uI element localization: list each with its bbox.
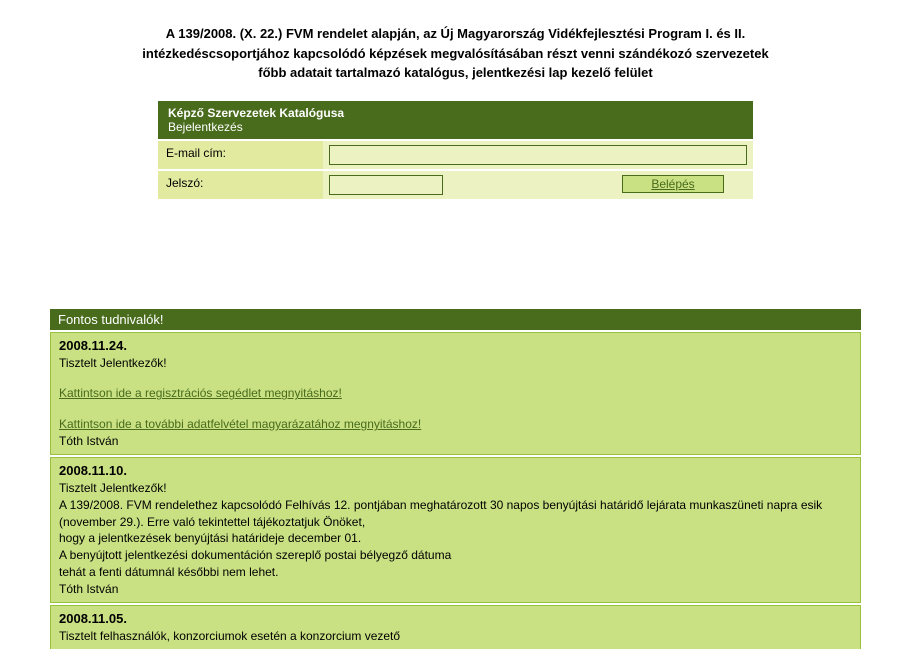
news-header: Fontos tudnivalók!: [50, 309, 861, 330]
news-author: Tóth István: [59, 433, 852, 450]
header-line2: intézkedéscsoportjához kapcsolódó képzés…: [142, 46, 768, 61]
news-date: 2008.11.10.: [59, 462, 852, 480]
news-link-registration[interactable]: Kattintson ide a regisztrációs segédlet …: [59, 386, 342, 400]
login-title: Képző Szervezetek Katalógusa: [168, 106, 344, 120]
login-title-bar: Képző Szervezetek Katalógusa Bejelentkez…: [158, 101, 753, 139]
header-line1: A 139/2008. (X. 22.) FVM rendelet alapjá…: [166, 26, 745, 41]
news-greeting: Tisztelt Jelentkezők!: [59, 355, 852, 372]
header-line3: főbb adatait tartalmazó katalógus, jelen…: [258, 65, 652, 80]
password-input-cell: [323, 171, 593, 199]
login-subtitle: Bejelentkezés: [168, 120, 243, 134]
page-header: A 139/2008. (X. 22.) FVM rendelet alapjá…: [0, 0, 911, 101]
password-row: Jelszó: Belépés: [158, 171, 753, 199]
login-button-cell: Belépés: [593, 171, 753, 199]
email-input-cell: [323, 141, 753, 169]
password-label: Jelszó:: [158, 171, 323, 199]
email-label: E-mail cím:: [158, 141, 323, 169]
news-body-line: A benyújtott jelentkezési dokumentáción …: [59, 547, 852, 564]
news-greeting: Tisztelt Jelentkezők!: [59, 480, 852, 497]
password-input[interactable]: [329, 175, 443, 195]
news-item: 2008.11.10. Tisztelt Jelentkezők! A 139/…: [50, 457, 861, 603]
news-body-line: A 139/2008. FVM rendelethez kapcsolódó F…: [59, 497, 852, 531]
news-author: Tóth István: [59, 581, 852, 598]
news-item: 2008.11.05. Tisztelt felhasználók, konzo…: [50, 605, 861, 649]
news-item: 2008.11.24. Tisztelt Jelentkezők! Kattin…: [50, 332, 861, 455]
news-date: 2008.11.24.: [59, 337, 852, 355]
login-panel: Képző Szervezetek Katalógusa Bejelentkez…: [158, 101, 753, 199]
news-body-line: tehát a fenti dátumnál későbbi nem lehet…: [59, 564, 852, 581]
news-date: 2008.11.05.: [59, 610, 852, 628]
news-body-line: hogy a jelentkezések benyújtási határide…: [59, 530, 852, 547]
news-greeting: Tisztelt felhasználók, konzorciumok eset…: [59, 628, 852, 645]
email-row: E-mail cím:: [158, 141, 753, 169]
login-button[interactable]: Belépés: [622, 175, 723, 193]
news-link-dataentry[interactable]: Kattintson ide a további adatfelvétel ma…: [59, 417, 421, 431]
email-input[interactable]: [329, 145, 747, 165]
